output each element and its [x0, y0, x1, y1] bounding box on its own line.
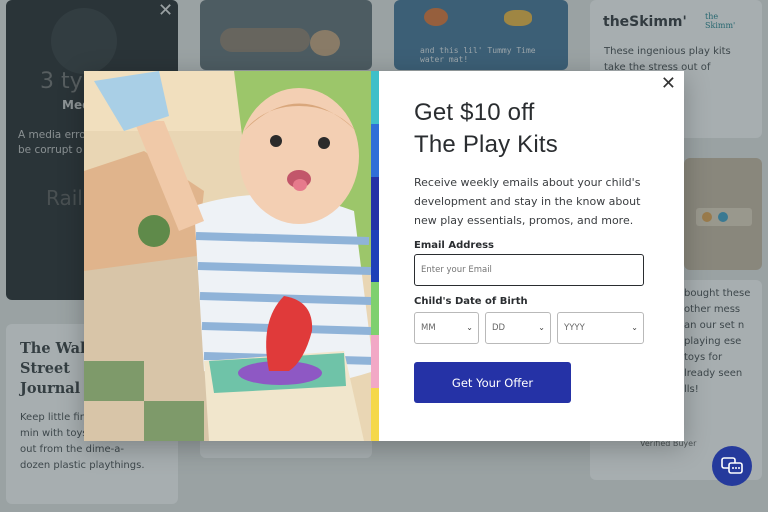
- modal-title-line-1: Get $10 off: [414, 99, 535, 126]
- modal-description: Receive weekly emails about your child's…: [414, 176, 641, 227]
- day-select-value: DD: [492, 323, 506, 333]
- modal-title: Get $10 off The Play Kits: [414, 97, 649, 161]
- chevron-down-icon: ⌄: [631, 323, 638, 332]
- year-select[interactable]: YYYY ⌄: [557, 312, 644, 344]
- close-icon[interactable]: ✕: [661, 75, 676, 93]
- chat-icon: [721, 457, 743, 474]
- chevron-down-icon: ⌄: [466, 323, 473, 332]
- color-strip: [371, 71, 379, 442]
- day-select[interactable]: DD ⌄: [485, 312, 551, 344]
- email-field[interactable]: [414, 254, 644, 286]
- chevron-down-icon: ⌄: [538, 323, 545, 332]
- email-label: Email Address: [414, 240, 495, 251]
- dob-selects: MM ⌄ DD ⌄ YYYY ⌄: [414, 312, 649, 344]
- year-select-value: YYYY: [564, 323, 585, 333]
- month-select[interactable]: MM ⌄: [414, 312, 479, 344]
- baby-hero-image: [84, 71, 372, 441]
- offer-modal: ✕ Get $10 off The Play Kits Receive week…: [84, 71, 684, 442]
- dob-label: Child's Date of Birth: [414, 296, 528, 307]
- chat-button[interactable]: [712, 446, 752, 486]
- modal-form-panel: ✕ Get $10 off The Play Kits Receive week…: [379, 71, 684, 441]
- modal-title-line-2: The Play Kits: [414, 131, 558, 158]
- month-select-value: MM: [421, 323, 436, 333]
- get-offer-button[interactable]: Get Your Offer: [414, 362, 571, 403]
